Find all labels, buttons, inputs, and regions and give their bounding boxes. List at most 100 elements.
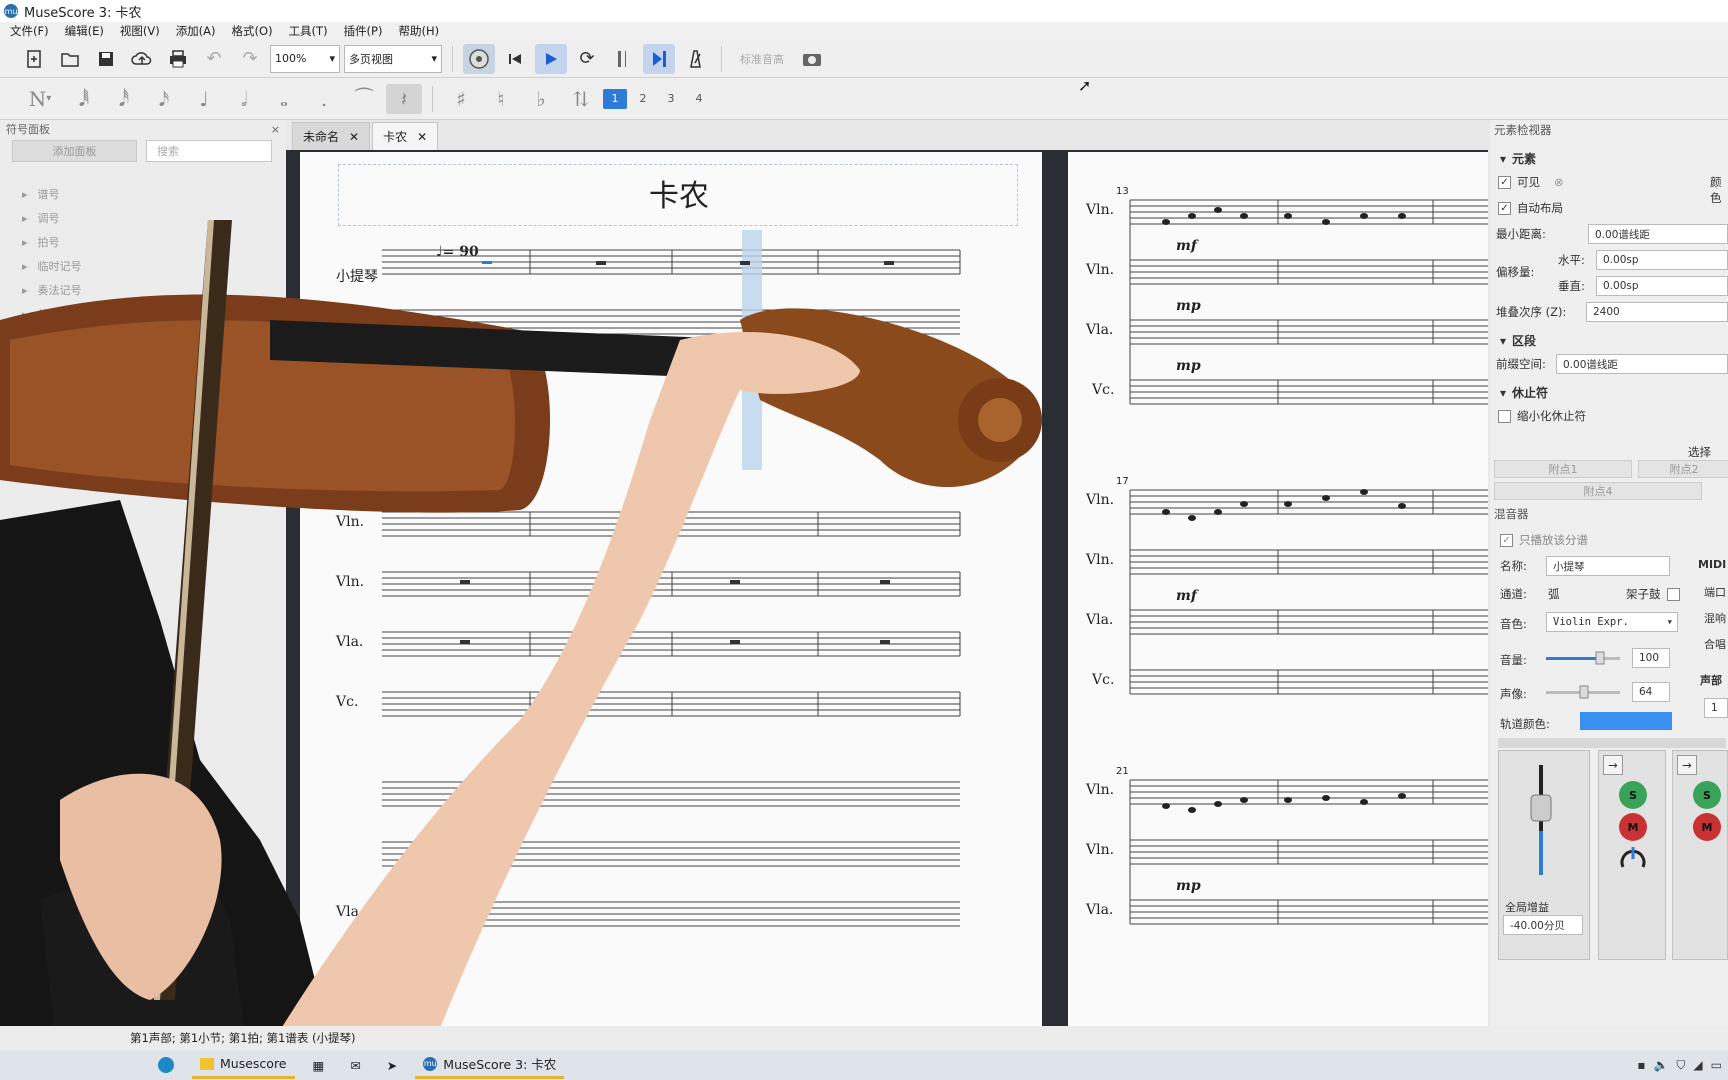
close-icon[interactable]: ×	[271, 123, 280, 136]
palette-item[interactable]: ▸ 拍号	[22, 230, 82, 254]
16th-note-icon[interactable]: 𝅘𝅥𝅯	[146, 84, 182, 114]
track-color-swatch[interactable]	[1580, 712, 1672, 730]
loop-out-icon[interactable]	[643, 43, 675, 74]
shield-icon[interactable]: ⛉	[1676, 1058, 1685, 1073]
volume-slider[interactable]	[1546, 650, 1622, 666]
section-segment[interactable]: ▾ 区段	[1500, 332, 1536, 349]
play-only-part-checkbox[interactable]: ✓ 只播放该分谱	[1500, 532, 1588, 548]
open-folder-icon[interactable]	[54, 44, 86, 74]
close-icon[interactable]: ✕	[349, 130, 359, 144]
solo-button[interactable]: S	[1619, 781, 1647, 809]
volume-spinbox[interactable]: 100	[1632, 648, 1670, 668]
sharp-icon[interactable]: ♯	[443, 84, 479, 114]
voice-3-button[interactable]: 3	[659, 89, 683, 109]
dynamic-marking[interactable]: mp	[1176, 878, 1201, 894]
flat-icon[interactable]: ♭	[523, 84, 559, 114]
drumset-checkbox[interactable]: 架子鼓	[1626, 586, 1680, 602]
redo-icon[interactable]: ↷	[234, 44, 266, 74]
32nd-note-icon[interactable]: 𝅘𝅥𝅰	[106, 84, 142, 114]
palette-item[interactable]: ▸ 调号	[22, 206, 82, 230]
augmentation-dot-icon[interactable]: .	[306, 84, 342, 114]
arrow-right-icon[interactable]: →	[1603, 755, 1623, 775]
voice-2-button[interactable]: 2	[631, 89, 655, 109]
cloud-upload-icon[interactable]	[126, 44, 158, 74]
quarter-note-icon[interactable]: ♩	[186, 84, 222, 114]
master-fader[interactable]	[1499, 761, 1589, 891]
flip-direction-icon[interactable]: ⇅	[563, 84, 599, 114]
monitor-icon[interactable]: ▭	[1711, 1058, 1722, 1072]
note-input-mode-icon[interactable]: N ▾	[18, 84, 62, 114]
select-dot2-button[interactable]: 附点2	[1638, 460, 1728, 478]
voice-field[interactable]: 1	[1704, 698, 1728, 718]
pan-spinbox[interactable]: 64	[1632, 682, 1670, 702]
concert-pitch-button[interactable]: 标准音高	[732, 51, 792, 67]
natural-icon[interactable]: ♮	[483, 84, 519, 114]
menu-add[interactable]: 添加(A)	[176, 23, 216, 39]
nvidia-icon[interactable]: ▪	[1637, 1058, 1645, 1072]
menu-help[interactable]: 帮助(H)	[398, 23, 439, 39]
voice-1-button[interactable]: 1	[603, 88, 627, 109]
64th-note-icon[interactable]: 𝅘𝅥𝅱	[66, 84, 102, 114]
vertical-offset-field[interactable]: 0.00sp	[1596, 276, 1728, 296]
store-icon[interactable]: ▦	[305, 1051, 333, 1079]
reset-icon[interactable]: ⊗	[1554, 175, 1564, 189]
collapse-bar[interactable]	[1498, 738, 1726, 748]
close-icon[interactable]: ✕	[417, 130, 427, 144]
small-rest-checkbox[interactable]: 缩小化休止符	[1498, 408, 1586, 424]
tab-canon[interactable]: 卡农 ✕	[372, 122, 439, 150]
play-icon[interactable]	[535, 43, 567, 74]
dynamic-marking[interactable]: mp	[1176, 358, 1201, 374]
leading-space-field[interactable]: 0.00谱线距	[1556, 354, 1728, 374]
camera-icon[interactable]	[796, 44, 828, 74]
view-mode-select[interactable]: 多页视图 ▾	[344, 44, 442, 73]
solo-button[interactable]: S	[1693, 781, 1721, 809]
menu-tools[interactable]: 工具(T)	[289, 23, 328, 39]
menu-file[interactable]: 文件(F)	[10, 23, 49, 39]
whole-note-icon[interactable]: 𝅝	[266, 84, 302, 114]
bird-icon[interactable]: ➤	[379, 1051, 405, 1079]
sound-select[interactable]: Violin Expr. ▾	[1546, 612, 1678, 632]
instrument-name-field[interactable]: 小提琴	[1546, 556, 1670, 576]
new-file-icon[interactable]	[18, 44, 50, 74]
tie-icon[interactable]: ⁀	[346, 84, 382, 114]
dynamic-marking[interactable]: mf	[1176, 588, 1197, 604]
pan-knob-icon[interactable]	[1618, 845, 1648, 875]
half-note-icon[interactable]: 𝅗𝅥	[226, 84, 262, 114]
taskbar-folder[interactable]: Musescore	[192, 1051, 295, 1079]
volume-icon[interactable]: 🔈	[1653, 1058, 1668, 1072]
network-icon[interactable]: ◢	[1693, 1058, 1702, 1072]
playback-settings-icon[interactable]	[463, 43, 495, 74]
rest-icon[interactable]: 𝄽	[386, 83, 422, 114]
mute-button[interactable]: M	[1693, 813, 1721, 841]
metronome-icon[interactable]	[679, 44, 711, 74]
voice-4-button[interactable]: 4	[687, 89, 711, 109]
score-view[interactable]: 卡农 ♩= 90 小提琴 Vln. Vln. Vla. Vc. Vla. 13 …	[286, 150, 1488, 1026]
section-rest[interactable]: ▾ 休止符	[1500, 384, 1548, 401]
menu-view[interactable]: 视图(V)	[120, 23, 160, 39]
menu-edit[interactable]: 编辑(E)	[65, 23, 104, 39]
palette-item[interactable]: ▸ 奏法记号	[22, 278, 82, 302]
rewind-icon[interactable]	[499, 44, 531, 74]
palette-item[interactable]: ▸ 谱号	[22, 182, 82, 206]
taskbar-musescore[interactable]: mu MuseScore 3: 卡农	[415, 1051, 565, 1079]
select-dot1-button[interactable]: 附点1	[1494, 460, 1632, 478]
loop-in-icon[interactable]	[607, 44, 639, 74]
mute-button[interactable]: M	[1619, 813, 1647, 841]
menu-plugins[interactable]: 插件(P)	[344, 23, 383, 39]
add-palette-button[interactable]: 添加面板	[12, 140, 137, 162]
auto-layout-checkbox[interactable]: ✓ 自动布局	[1498, 200, 1563, 216]
master-gain-field[interactable]: -40.00分贝	[1503, 915, 1583, 935]
palette-search-input[interactable]: 搜索	[146, 140, 272, 162]
stacking-order-field[interactable]: 2400	[1586, 302, 1728, 322]
horizontal-offset-field[interactable]: 0.00sp	[1596, 250, 1728, 270]
pan-slider[interactable]	[1546, 684, 1622, 700]
menu-format[interactable]: 格式(O)	[232, 23, 273, 39]
zoom-select[interactable]: 100% ▾	[270, 44, 340, 73]
undo-icon[interactable]: ↶	[198, 44, 230, 74]
section-element[interactable]: ▾ 元素	[1500, 150, 1536, 167]
palette-item[interactable]: ▸ 倚音	[22, 302, 82, 326]
save-icon[interactable]	[90, 44, 122, 74]
select-dot4-button[interactable]: 附点4	[1494, 482, 1702, 500]
palette-item[interactable]: ▸ 临时记号	[22, 254, 82, 278]
tab-untitled[interactable]: 未命名 ✕	[292, 122, 371, 150]
